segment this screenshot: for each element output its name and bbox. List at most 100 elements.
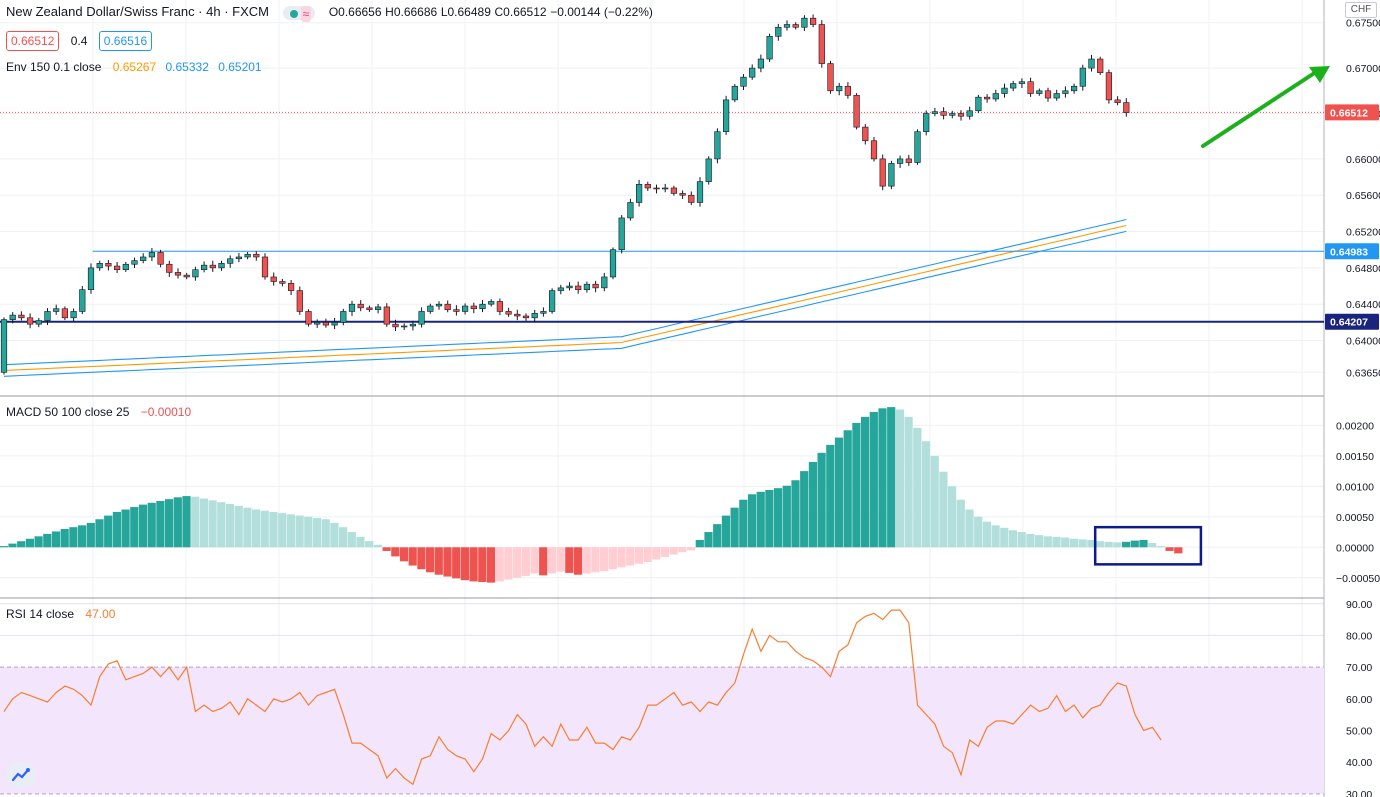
ohlc-change: −0.00144 (−0.22%) xyxy=(550,5,653,19)
candle xyxy=(340,308,347,326)
envelope-mid-value: 0.65267 xyxy=(112,60,157,74)
macd-bar xyxy=(365,541,374,548)
macd-bar xyxy=(600,547,609,572)
candle xyxy=(601,272,608,292)
candle xyxy=(18,311,25,321)
candle-body xyxy=(461,305,469,312)
macd-bar xyxy=(60,529,69,548)
macd-bar xyxy=(1095,541,1105,548)
candle xyxy=(522,313,530,321)
macd-bar xyxy=(704,532,713,548)
candle xyxy=(314,319,321,328)
candle xyxy=(192,266,199,281)
spread-value: 0.4 xyxy=(70,34,88,48)
candle xyxy=(401,323,408,330)
macd-bar xyxy=(469,547,478,582)
rsi-label: RSI 14 close xyxy=(6,607,75,621)
macd-bar xyxy=(399,547,409,562)
macd-bar xyxy=(165,499,174,548)
candle-body xyxy=(44,311,51,321)
macd-bar xyxy=(260,510,269,548)
envelope-legend[interactable]: Env 150 0.1 close 0.65267 0.65332 0.6520… xyxy=(6,59,262,75)
macd-bar xyxy=(1043,536,1052,548)
candle-body xyxy=(383,306,390,325)
candle xyxy=(992,89,999,102)
price-tick-label: 0.67500 xyxy=(1346,18,1380,30)
macd-bar xyxy=(1130,540,1139,548)
candle-body xyxy=(966,110,973,117)
candle xyxy=(218,260,225,271)
macd-bar xyxy=(730,507,739,548)
macd-bar xyxy=(1148,543,1157,548)
candle-body xyxy=(227,258,234,264)
currency-label[interactable]: CHF xyxy=(1345,2,1377,18)
candle xyxy=(96,260,103,271)
candle xyxy=(688,191,695,206)
macd-bar xyxy=(147,502,156,548)
candle-body xyxy=(548,290,556,312)
sell-price-button[interactable]: 0.66512 xyxy=(6,31,60,51)
candle-body xyxy=(949,113,956,116)
candle xyxy=(531,309,538,323)
macd-bar xyxy=(34,536,43,548)
candle-body xyxy=(105,263,112,267)
macd-bar xyxy=(834,437,844,548)
macd-bar xyxy=(138,504,148,548)
macd-bar xyxy=(86,522,95,548)
candle xyxy=(662,183,669,193)
chart-title[interactable]: New Zealand Dollar/Swiss Franc · 4h · FX… xyxy=(6,4,269,20)
tradingview-logo-icon[interactable] xyxy=(6,762,36,788)
candle xyxy=(235,252,243,263)
candle xyxy=(818,20,825,68)
macd-bar xyxy=(295,515,304,548)
macd-bar xyxy=(252,509,261,548)
rsi-tick-label: 30.00 xyxy=(1346,789,1372,797)
macd-bar xyxy=(904,416,913,548)
candle-body xyxy=(470,305,477,310)
macd-bar xyxy=(78,525,87,548)
buy-price-button[interactable]: 0.66516 xyxy=(98,31,153,51)
candle-body xyxy=(1036,90,1043,94)
candle xyxy=(131,257,138,268)
ohlc-open: O0.66656 xyxy=(328,5,382,19)
candle xyxy=(801,15,808,31)
candle-body xyxy=(479,303,486,310)
rsi-tick-label: 80.00 xyxy=(1346,630,1372,642)
candle-body xyxy=(792,24,799,28)
candle xyxy=(1062,86,1069,98)
macd-bar xyxy=(452,547,461,579)
candle-body xyxy=(740,76,747,87)
macd-bar xyxy=(8,543,17,548)
candle-body xyxy=(261,256,269,278)
candle-body xyxy=(61,308,68,319)
candle-body xyxy=(418,311,425,325)
candle xyxy=(923,110,930,136)
market-status-pill[interactable]: ≈ xyxy=(282,5,316,23)
candle-body xyxy=(209,264,216,269)
rsi-legend[interactable]: RSI 14 close 47.00 xyxy=(6,606,115,622)
candle xyxy=(1027,77,1034,97)
candle xyxy=(53,304,60,315)
candle-body xyxy=(183,274,190,278)
macd-bar xyxy=(426,547,435,573)
candle xyxy=(183,272,190,280)
candle-body xyxy=(1018,81,1025,84)
candle-body xyxy=(1027,81,1034,94)
candle xyxy=(905,154,912,166)
candle xyxy=(227,255,234,268)
macd-bar xyxy=(930,455,939,548)
macd-bar xyxy=(43,533,52,548)
macd-legend[interactable]: MACD 50 100 close 25 −0.00010 xyxy=(6,404,191,420)
candle xyxy=(914,129,921,165)
price-tick-label: 0.65600 xyxy=(1346,190,1380,202)
candle xyxy=(696,177,704,207)
candle xyxy=(862,124,869,145)
candle xyxy=(540,307,547,317)
candle-body xyxy=(488,301,495,305)
chart-canvas[interactable]: 0.675000.670000.665000.660000.656000.652… xyxy=(0,0,1380,797)
macd-bar xyxy=(782,485,791,548)
candle xyxy=(740,74,747,90)
candle xyxy=(270,272,277,286)
macd-bar xyxy=(330,522,339,548)
macd-bar xyxy=(269,511,278,548)
